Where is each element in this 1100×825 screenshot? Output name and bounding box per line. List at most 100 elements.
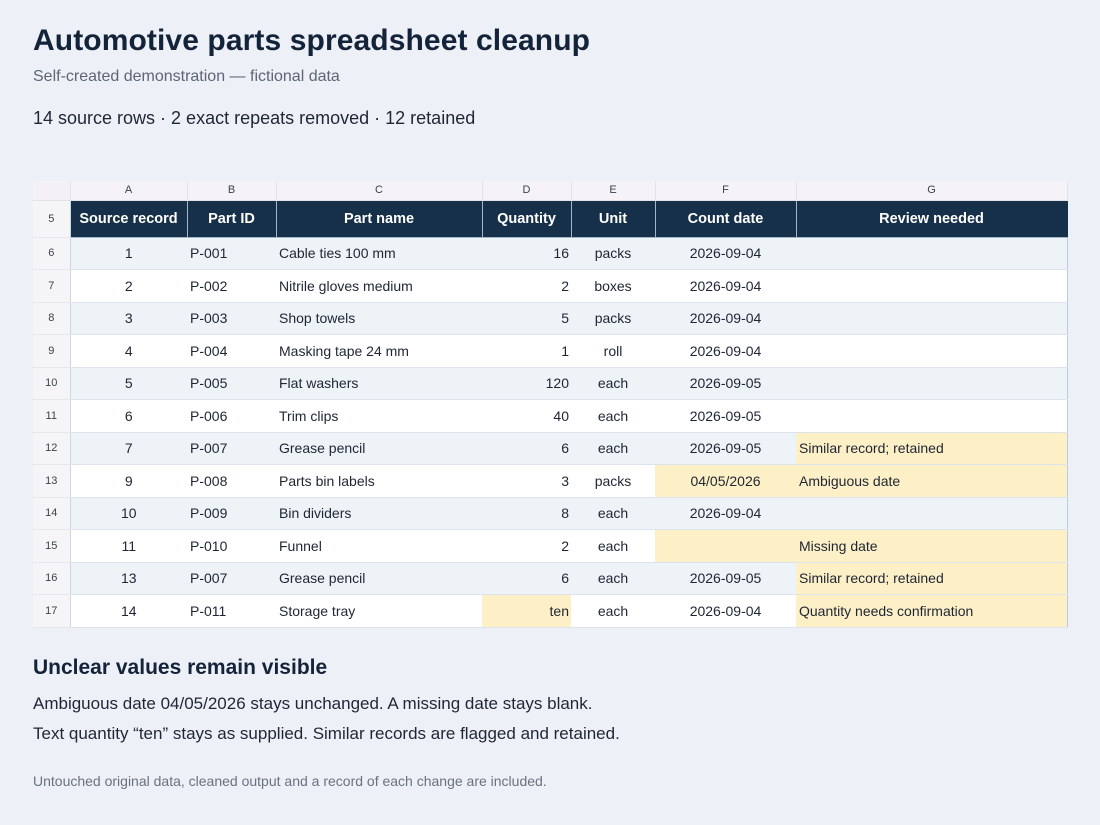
cell-source-record[interactable]: 1 bbox=[70, 237, 187, 270]
cell-unit[interactable]: roll bbox=[571, 334, 655, 368]
cell-unit[interactable]: each bbox=[571, 432, 655, 465]
row-number[interactable]: 6 bbox=[33, 237, 71, 270]
header-cell-review-needed[interactable]: Review needed bbox=[796, 200, 1068, 238]
cell-source-record[interactable]: 5 bbox=[70, 367, 187, 400]
cell-quantity[interactable]: 6 bbox=[482, 562, 571, 595]
cell-source-record[interactable]: 13 bbox=[70, 562, 187, 595]
cell-quantity[interactable]: 1 bbox=[482, 334, 571, 368]
cell-count-date[interactable]: 2026-09-05 bbox=[655, 399, 796, 433]
cell-part-name[interactable]: Flat washers bbox=[276, 367, 482, 400]
column-letter[interactable]: A bbox=[70, 181, 188, 201]
cell-source-record[interactable]: 11 bbox=[70, 529, 187, 563]
row-number[interactable]: 5 bbox=[33, 200, 71, 238]
select-all-corner[interactable] bbox=[33, 181, 71, 201]
cell-unit[interactable]: packs bbox=[571, 464, 655, 498]
cell-part-name[interactable]: Bin dividers bbox=[276, 497, 482, 530]
cell-quantity[interactable]: 40 bbox=[482, 399, 571, 433]
cell-part-name[interactable]: Funnel bbox=[276, 529, 482, 563]
cell-review-needed[interactable]: Ambiguous date bbox=[796, 464, 1068, 498]
cell-review-needed[interactable] bbox=[796, 237, 1068, 270]
cell-quantity[interactable]: 2 bbox=[482, 529, 571, 563]
column-letter[interactable]: E bbox=[571, 181, 656, 201]
cell-part-id[interactable]: P-010 bbox=[187, 529, 276, 563]
cell-source-record[interactable]: 10 bbox=[70, 497, 187, 530]
cell-count-date[interactable]: 2026-09-04 bbox=[655, 269, 796, 303]
cell-part-id[interactable]: P-005 bbox=[187, 367, 276, 400]
cell-count-date[interactable]: 2026-09-05 bbox=[655, 367, 796, 400]
header-cell-quantity[interactable]: Quantity bbox=[482, 200, 572, 238]
cell-part-id[interactable]: P-006 bbox=[187, 399, 276, 433]
cell-part-id[interactable]: P-009 bbox=[187, 497, 276, 530]
cell-part-id[interactable]: P-001 bbox=[187, 237, 276, 270]
cell-source-record[interactable]: 2 bbox=[70, 269, 187, 303]
header-cell-unit[interactable]: Unit bbox=[571, 200, 656, 238]
cell-count-date[interactable]: 2026-09-04 bbox=[655, 594, 796, 628]
cell-quantity[interactable]: 5 bbox=[482, 302, 571, 335]
cell-unit[interactable]: each bbox=[571, 399, 655, 433]
cell-quantity[interactable]: 2 bbox=[482, 269, 571, 303]
cell-count-date[interactable]: 04/05/2026 bbox=[655, 464, 796, 498]
cell-source-record[interactable]: 6 bbox=[70, 399, 187, 433]
row-number[interactable]: 13 bbox=[33, 464, 71, 498]
row-number[interactable]: 14 bbox=[33, 497, 71, 530]
cell-count-date[interactable]: 2026-09-05 bbox=[655, 562, 796, 595]
row-number[interactable]: 9 bbox=[33, 334, 71, 368]
cell-quantity[interactable]: 6 bbox=[482, 432, 571, 465]
row-number[interactable]: 12 bbox=[33, 432, 71, 465]
cell-part-id[interactable]: P-002 bbox=[187, 269, 276, 303]
row-number[interactable]: 16 bbox=[33, 562, 71, 595]
cell-quantity[interactable]: 120 bbox=[482, 367, 571, 400]
row-number[interactable]: 15 bbox=[33, 529, 71, 563]
cell-part-id[interactable]: P-003 bbox=[187, 302, 276, 335]
cell-unit[interactable]: packs bbox=[571, 237, 655, 270]
cell-part-name[interactable]: Nitrile gloves medium bbox=[276, 269, 482, 303]
cell-count-date[interactable]: 2026-09-04 bbox=[655, 497, 796, 530]
cell-part-name[interactable]: Trim clips bbox=[276, 399, 482, 433]
cell-part-id[interactable]: P-008 bbox=[187, 464, 276, 498]
header-cell-part-name[interactable]: Part name bbox=[276, 200, 483, 238]
cell-part-id[interactable]: P-004 bbox=[187, 334, 276, 368]
cell-part-name[interactable]: Shop towels bbox=[276, 302, 482, 335]
cell-count-date[interactable]: 2026-09-04 bbox=[655, 237, 796, 270]
cell-count-date[interactable] bbox=[655, 529, 796, 563]
cell-unit[interactable]: each bbox=[571, 529, 655, 563]
header-cell-source-record[interactable]: Source record bbox=[70, 200, 188, 238]
cell-source-record[interactable]: 4 bbox=[70, 334, 187, 368]
cell-review-needed[interactable] bbox=[796, 269, 1068, 303]
cell-unit[interactable]: each bbox=[571, 367, 655, 400]
cell-quantity[interactable]: ten bbox=[482, 594, 571, 628]
cell-part-name[interactable]: Masking tape 24 mm bbox=[276, 334, 482, 368]
cell-part-id[interactable]: P-007 bbox=[187, 562, 276, 595]
column-letter[interactable]: G bbox=[796, 181, 1068, 201]
cell-unit[interactable]: each bbox=[571, 497, 655, 530]
column-letter[interactable]: C bbox=[276, 181, 483, 201]
cell-count-date[interactable]: 2026-09-04 bbox=[655, 334, 796, 368]
cell-review-needed[interactable] bbox=[796, 497, 1068, 530]
row-number[interactable]: 7 bbox=[33, 269, 71, 303]
column-letter[interactable]: F bbox=[655, 181, 797, 201]
column-letter[interactable]: B bbox=[187, 181, 277, 201]
cell-part-name[interactable]: Parts bin labels bbox=[276, 464, 482, 498]
cell-review-needed[interactable]: Quantity needs confirmation bbox=[796, 594, 1068, 628]
row-number[interactable]: 17 bbox=[33, 594, 71, 628]
cell-part-id[interactable]: P-011 bbox=[187, 594, 276, 628]
cell-source-record[interactable]: 7 bbox=[70, 432, 187, 465]
cell-unit[interactable]: boxes bbox=[571, 269, 655, 303]
cell-review-needed[interactable]: Missing date bbox=[796, 529, 1068, 563]
row-number[interactable]: 8 bbox=[33, 302, 71, 335]
cell-quantity[interactable]: 16 bbox=[482, 237, 571, 270]
cell-review-needed[interactable] bbox=[796, 302, 1068, 335]
cell-part-id[interactable]: P-007 bbox=[187, 432, 276, 465]
header-cell-count-date[interactable]: Count date bbox=[655, 200, 797, 238]
column-letter[interactable]: D bbox=[482, 181, 572, 201]
cell-review-needed[interactable]: Similar record; retained bbox=[796, 432, 1068, 465]
cell-unit[interactable]: each bbox=[571, 594, 655, 628]
cell-quantity[interactable]: 3 bbox=[482, 464, 571, 498]
cell-quantity[interactable]: 8 bbox=[482, 497, 571, 530]
cell-part-name[interactable]: Cable ties 100 mm bbox=[276, 237, 482, 270]
cell-count-date[interactable]: 2026-09-05 bbox=[655, 432, 796, 465]
cell-source-record[interactable]: 3 bbox=[70, 302, 187, 335]
header-cell-part-id[interactable]: Part ID bbox=[187, 200, 277, 238]
spreadsheet[interactable]: A B C D E F G 5 Source record Part ID Pa… bbox=[33, 181, 1068, 628]
cell-source-record[interactable]: 9 bbox=[70, 464, 187, 498]
